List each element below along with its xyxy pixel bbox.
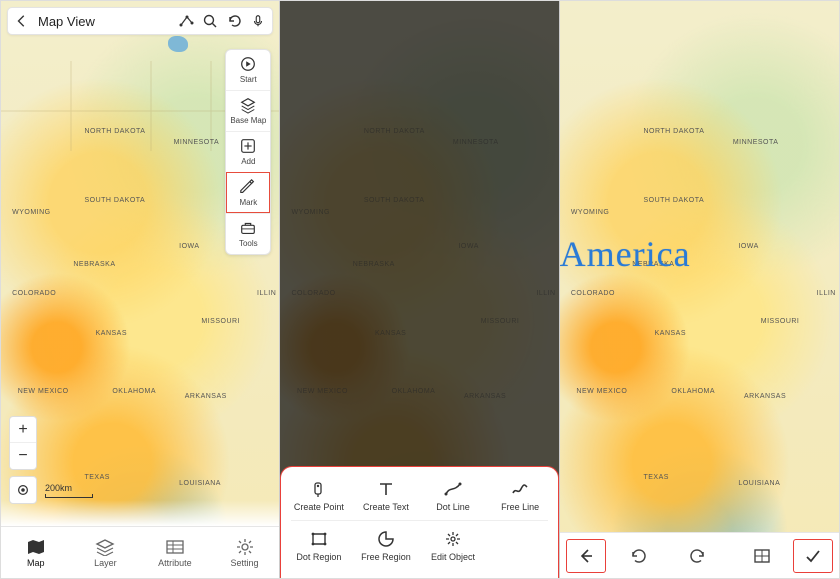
mark-label: Dot Region: [296, 552, 341, 562]
mark-label: Create Point: [294, 502, 344, 512]
handwritten-annotation[interactable]: America: [560, 233, 691, 275]
mark-edit-object[interactable]: Edit Object: [419, 523, 486, 568]
mark-dot-region[interactable]: Dot Region: [285, 523, 352, 568]
annotation-toolbar: [560, 532, 839, 578]
page-title: Map View: [38, 14, 170, 29]
back-button[interactable]: [566, 539, 606, 573]
side-tool-basemap[interactable]: Base Map: [226, 90, 270, 131]
search-icon[interactable]: [202, 13, 218, 29]
tab-label: Map: [27, 558, 45, 568]
tab-label: Attribute: [158, 558, 192, 568]
scale-label: 200km: [45, 483, 72, 493]
side-tool-label: Base Map: [226, 116, 270, 125]
confirm-button[interactable]: [793, 539, 833, 573]
tab-layer[interactable]: Layer: [71, 527, 141, 578]
mark-label: Free Line: [501, 502, 539, 512]
locate-button[interactable]: [9, 476, 37, 504]
mark-dot-line[interactable]: Dot Line: [419, 473, 486, 518]
mark-label: Create Text: [363, 502, 409, 512]
redo-button[interactable]: [689, 546, 709, 566]
mark-label: Dot Line: [436, 502, 470, 512]
mark-label: Free Region: [361, 552, 411, 562]
mark-free-line[interactable]: Free Line: [487, 473, 554, 518]
tab-map[interactable]: Map: [1, 527, 71, 578]
mark-label: Edit Object: [431, 552, 475, 562]
tab-label: Setting: [231, 558, 259, 568]
bottom-nav: Map Layer Attribute Setting: [1, 526, 279, 578]
undo-icon[interactable]: [226, 13, 242, 29]
scale-indicator: 200km: [45, 483, 93, 498]
mic-icon[interactable]: [250, 13, 266, 29]
panel-mark-sheet: NORTH DAKOTAMINNESOTASOUTH DAKOTAWYOMING…: [280, 1, 559, 578]
side-tool-label: Add: [226, 157, 270, 166]
side-tool-label: Mark: [226, 198, 270, 207]
side-tool-label: Start: [226, 75, 270, 84]
mark-create-point[interactable]: Create Point: [285, 473, 352, 518]
tab-setting[interactable]: Setting: [210, 527, 280, 578]
side-tool-rail: Start Base Map Add Mark Tools: [225, 49, 271, 255]
mark-tool-sheet: Create Point Create Text Dot Line Free L…: [280, 466, 558, 578]
zoom-out-button[interactable]: −: [10, 443, 36, 469]
tab-attribute[interactable]: Attribute: [140, 527, 210, 578]
panel-annotated: NORTH DAKOTAMINNESOTASOUTH DAKOTAWYOMING…: [560, 1, 839, 578]
side-tool-label: Tools: [226, 239, 270, 248]
path-icon[interactable]: [178, 13, 194, 29]
panel-mapview: NORTH DAKOTAMINNESOTASOUTH DAKOTAWYOMING…: [1, 1, 280, 578]
side-tool-add[interactable]: Add: [226, 131, 270, 172]
zoom-control: + −: [9, 416, 37, 470]
zoom-in-button[interactable]: +: [10, 417, 36, 443]
map-canvas[interactable]: [560, 1, 839, 578]
undo-button[interactable]: [627, 546, 647, 566]
top-bar: Map View: [7, 7, 273, 35]
side-tool-tools[interactable]: Tools: [226, 213, 270, 254]
tab-label: Layer: [94, 558, 117, 568]
back-icon[interactable]: [14, 13, 30, 29]
mark-create-text[interactable]: Create Text: [352, 473, 419, 518]
side-tool-mark[interactable]: Mark: [226, 172, 270, 213]
mark-free-region[interactable]: Free Region: [352, 523, 419, 568]
side-tool-start[interactable]: Start: [226, 50, 270, 90]
grid-button[interactable]: [752, 546, 772, 566]
